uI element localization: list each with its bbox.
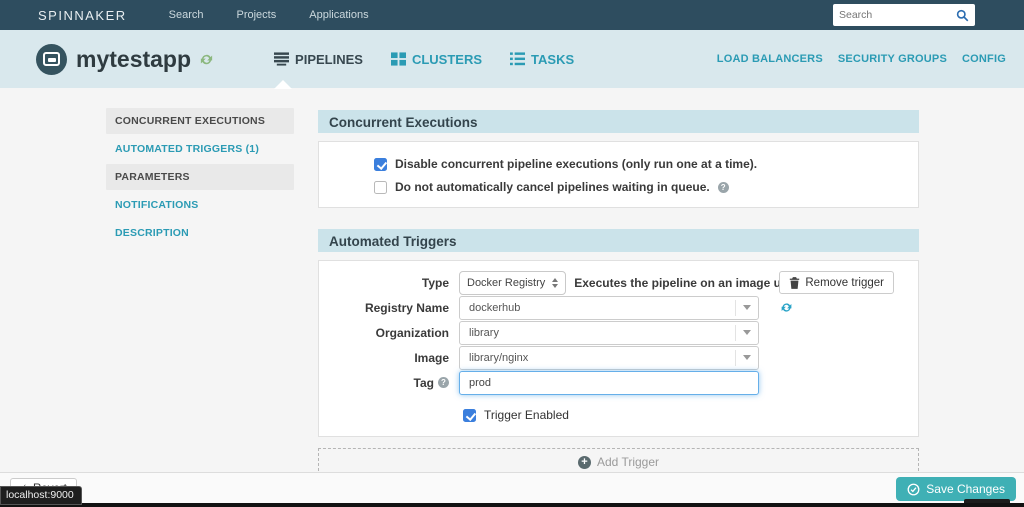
spinnaker-logo[interactable]: SPINNAKER xyxy=(38,8,127,23)
link-load-balancers[interactable]: LOAD BALANCERS xyxy=(717,53,823,65)
link-security-groups[interactable]: SECURITY GROUPS xyxy=(838,53,947,65)
organization-value: library xyxy=(469,326,499,339)
tab-clusters[interactable]: CLUSTERS xyxy=(390,51,483,67)
application-header: mytestapp PIPELINES CLUSTERS TASKS LOAD … xyxy=(0,30,1024,88)
image-select[interactable]: library/nginx xyxy=(459,345,759,370)
plus-circle-icon: + xyxy=(577,455,591,469)
tag-row: Tag ? xyxy=(319,370,918,395)
tab-clusters-label: CLUSTERS xyxy=(411,51,483,67)
remove-trigger-label: Remove trigger xyxy=(805,276,884,289)
tag-label-text: Tag xyxy=(413,375,434,390)
sidebar-item-notifications[interactable]: NOTIFICATIONS xyxy=(106,192,294,218)
image-row: Image library/nginx xyxy=(319,345,918,370)
save-changes-button[interactable]: Save Changes xyxy=(896,477,1016,501)
browser-status-tooltip: localhost:9000 xyxy=(0,486,82,505)
global-search-input[interactable] xyxy=(839,9,956,21)
automated-triggers-panel: Type Docker Registry Executes the pipeli… xyxy=(318,260,919,437)
trigger-enabled-checkbox[interactable] xyxy=(463,408,476,422)
disable-concurrent-row: Disable concurrent pipeline executions (… xyxy=(374,157,918,171)
registry-name-row: Registry Name dockerhub xyxy=(319,295,918,320)
registry-name-value: dockerhub xyxy=(469,301,521,314)
chevron-down-icon xyxy=(735,349,758,366)
trigger-enabled-label: Trigger Enabled xyxy=(484,408,569,422)
remove-trigger-button[interactable]: Remove trigger xyxy=(779,271,894,294)
pipelines-icon xyxy=(274,52,290,66)
image-label: Image xyxy=(414,350,449,365)
app-tabs: PIPELINES CLUSTERS TASKS xyxy=(274,52,574,67)
organization-row: Organization library xyxy=(319,320,918,345)
search-icon[interactable] xyxy=(956,9,969,22)
footer-bar: Revert Save Changes xyxy=(0,472,1024,503)
tab-tasks[interactable]: TASKS xyxy=(510,52,574,67)
info-icon[interactable]: ? xyxy=(438,377,449,388)
sidebar-item-parameters[interactable]: PARAMETERS xyxy=(106,164,294,190)
active-tab-caret xyxy=(274,80,292,89)
tab-pipelines-label: PIPELINES xyxy=(295,51,363,67)
type-label: Type xyxy=(421,275,449,290)
application-icon xyxy=(36,43,67,75)
application-name: mytestapp xyxy=(76,45,192,72)
trigger-type-select[interactable]: Docker Registry xyxy=(459,270,567,295)
tag-label: Tag ? xyxy=(319,376,459,390)
no-auto-cancel-label: Do not automatically cancel pipelines wa… xyxy=(395,180,710,194)
disable-concurrent-label: Disable concurrent pipeline executions (… xyxy=(395,157,758,171)
nav-item-applications[interactable]: Applications xyxy=(309,9,368,21)
registry-name-select[interactable]: dockerhub xyxy=(459,295,759,320)
global-search-box xyxy=(833,4,975,26)
select-updown-icon xyxy=(552,277,559,288)
clusters-icon xyxy=(390,52,406,66)
trash-icon xyxy=(790,276,800,289)
tasks-icon xyxy=(510,52,526,66)
top-navbar: SPINNAKER Search Projects Applications xyxy=(0,0,1024,30)
trigger-type-description: Executes the pipeline on an image update xyxy=(574,275,813,290)
config-main: Concurrent Executions Disable concurrent… xyxy=(318,110,919,476)
registry-name-label: Registry Name xyxy=(364,300,449,315)
trigger-enabled-row: Trigger Enabled xyxy=(319,408,918,422)
tag-input[interactable] xyxy=(459,370,759,395)
registry-refresh-icon[interactable] xyxy=(780,301,793,314)
chevron-down-icon xyxy=(735,324,758,341)
disable-concurrent-checkbox[interactable] xyxy=(374,157,387,171)
bottom-strip xyxy=(0,503,1024,507)
config-sidebar: CONCURRENT EXECUTIONS AUTOMATED TRIGGERS… xyxy=(106,108,294,248)
image-value: library/nginx xyxy=(469,351,529,364)
organization-select[interactable]: library xyxy=(459,320,759,345)
no-auto-cancel-row: Do not automatically cancel pipelines wa… xyxy=(374,180,918,194)
sidebar-item-automated-triggers[interactable]: AUTOMATED TRIGGERS (1) xyxy=(106,136,294,162)
app-refresh-icon[interactable] xyxy=(199,52,214,67)
add-trigger-label: Add Trigger xyxy=(596,455,660,469)
info-icon[interactable]: ? xyxy=(717,181,729,193)
header-links: LOAD BALANCERS SECURITY GROUPS CONFIG xyxy=(717,53,1006,65)
trigger-type-value: Docker Registry xyxy=(467,276,546,289)
spinnaker-app-window: SPINNAKER Search Projects Applications m… xyxy=(0,0,1024,507)
organization-label: Organization xyxy=(375,325,449,340)
link-config[interactable]: CONFIG xyxy=(962,53,1006,65)
check-circle-icon xyxy=(907,483,920,495)
save-changes-label: Save Changes xyxy=(926,482,1005,496)
tab-tasks-label: TASKS xyxy=(531,51,575,67)
automated-triggers-header: Automated Triggers xyxy=(318,229,919,252)
nav-item-projects[interactable]: Projects xyxy=(237,9,277,21)
sidebar-item-concurrent-executions[interactable]: CONCURRENT EXECUTIONS xyxy=(106,108,294,134)
concurrent-executions-panel: Disable concurrent pipeline executions (… xyxy=(318,141,919,208)
sidebar-item-description[interactable]: DESCRIPTION xyxy=(106,220,294,246)
chevron-down-icon xyxy=(735,299,758,316)
tab-pipelines[interactable]: PIPELINES xyxy=(274,52,363,67)
concurrent-executions-header: Concurrent Executions xyxy=(318,110,919,133)
no-auto-cancel-checkbox[interactable] xyxy=(374,180,387,194)
nav-item-search[interactable]: Search xyxy=(169,9,204,21)
